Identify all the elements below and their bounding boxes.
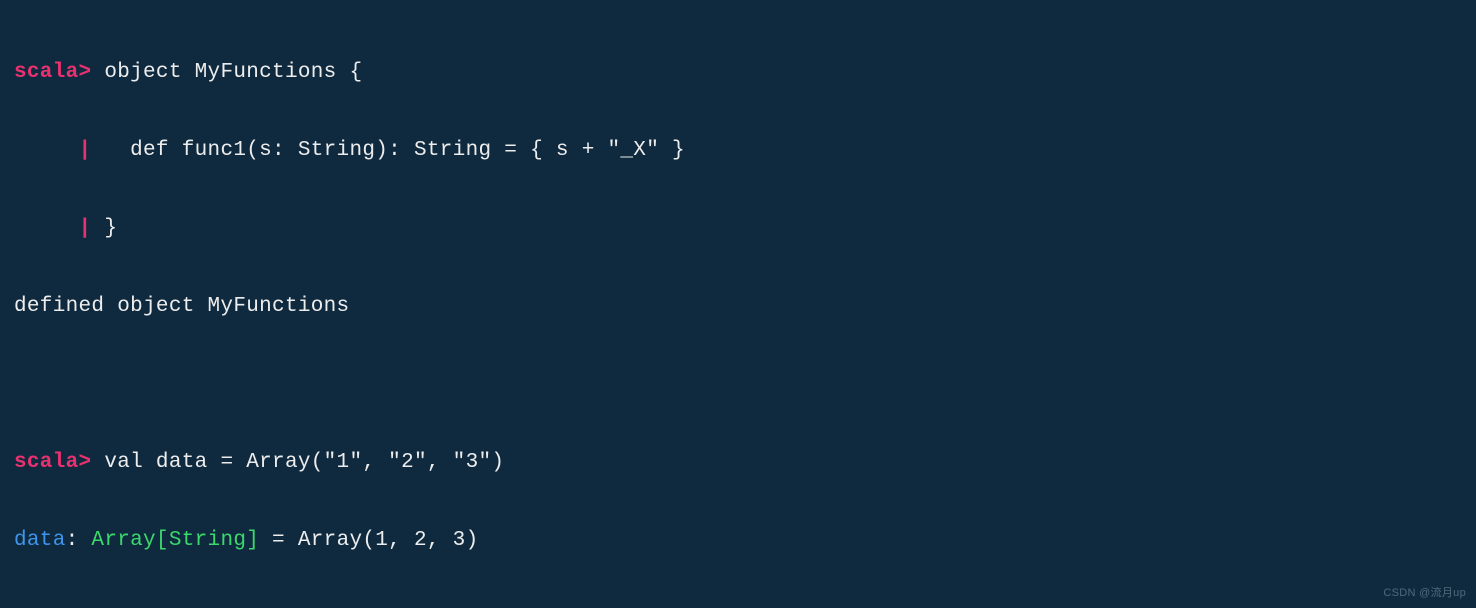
watermark-text: CSDN @流月up <box>1383 584 1466 600</box>
colon: : <box>66 529 92 552</box>
code-text: } <box>91 217 117 240</box>
result-line: data: Array[String] = Array(1, 2, 3) <box>14 521 1462 560</box>
output-line: defined object MyFunctions <box>14 287 1462 326</box>
repl-continuation: | <box>14 139 91 162</box>
repl-continuation: | <box>14 217 91 240</box>
result-variable: data <box>14 529 66 552</box>
code-line: scala> object MyFunctions { <box>14 53 1462 92</box>
code-line: | def func1(s: String): String = { s + "… <box>14 131 1462 170</box>
result-type: Array[String] <box>91 529 259 552</box>
repl-prompt: scala> <box>14 451 91 474</box>
blank-line <box>14 599 1462 608</box>
blank-line <box>14 365 1462 404</box>
code-text: object MyFunctions { <box>91 61 362 84</box>
code-line: scala> val data = Array("1", "2", "3") <box>14 443 1462 482</box>
terminal-output: scala> object MyFunctions { | def func1(… <box>0 0 1476 608</box>
code-text: def func1(s: String): String = { s + "_X… <box>91 139 685 162</box>
blank <box>14 373 27 396</box>
output-text: defined object MyFunctions <box>14 295 349 318</box>
code-text: val data = Array("1", "2", "3") <box>91 451 504 474</box>
code-line: | } <box>14 209 1462 248</box>
result-value: = Array(1, 2, 3) <box>259 529 478 552</box>
repl-prompt: scala> <box>14 61 91 84</box>
